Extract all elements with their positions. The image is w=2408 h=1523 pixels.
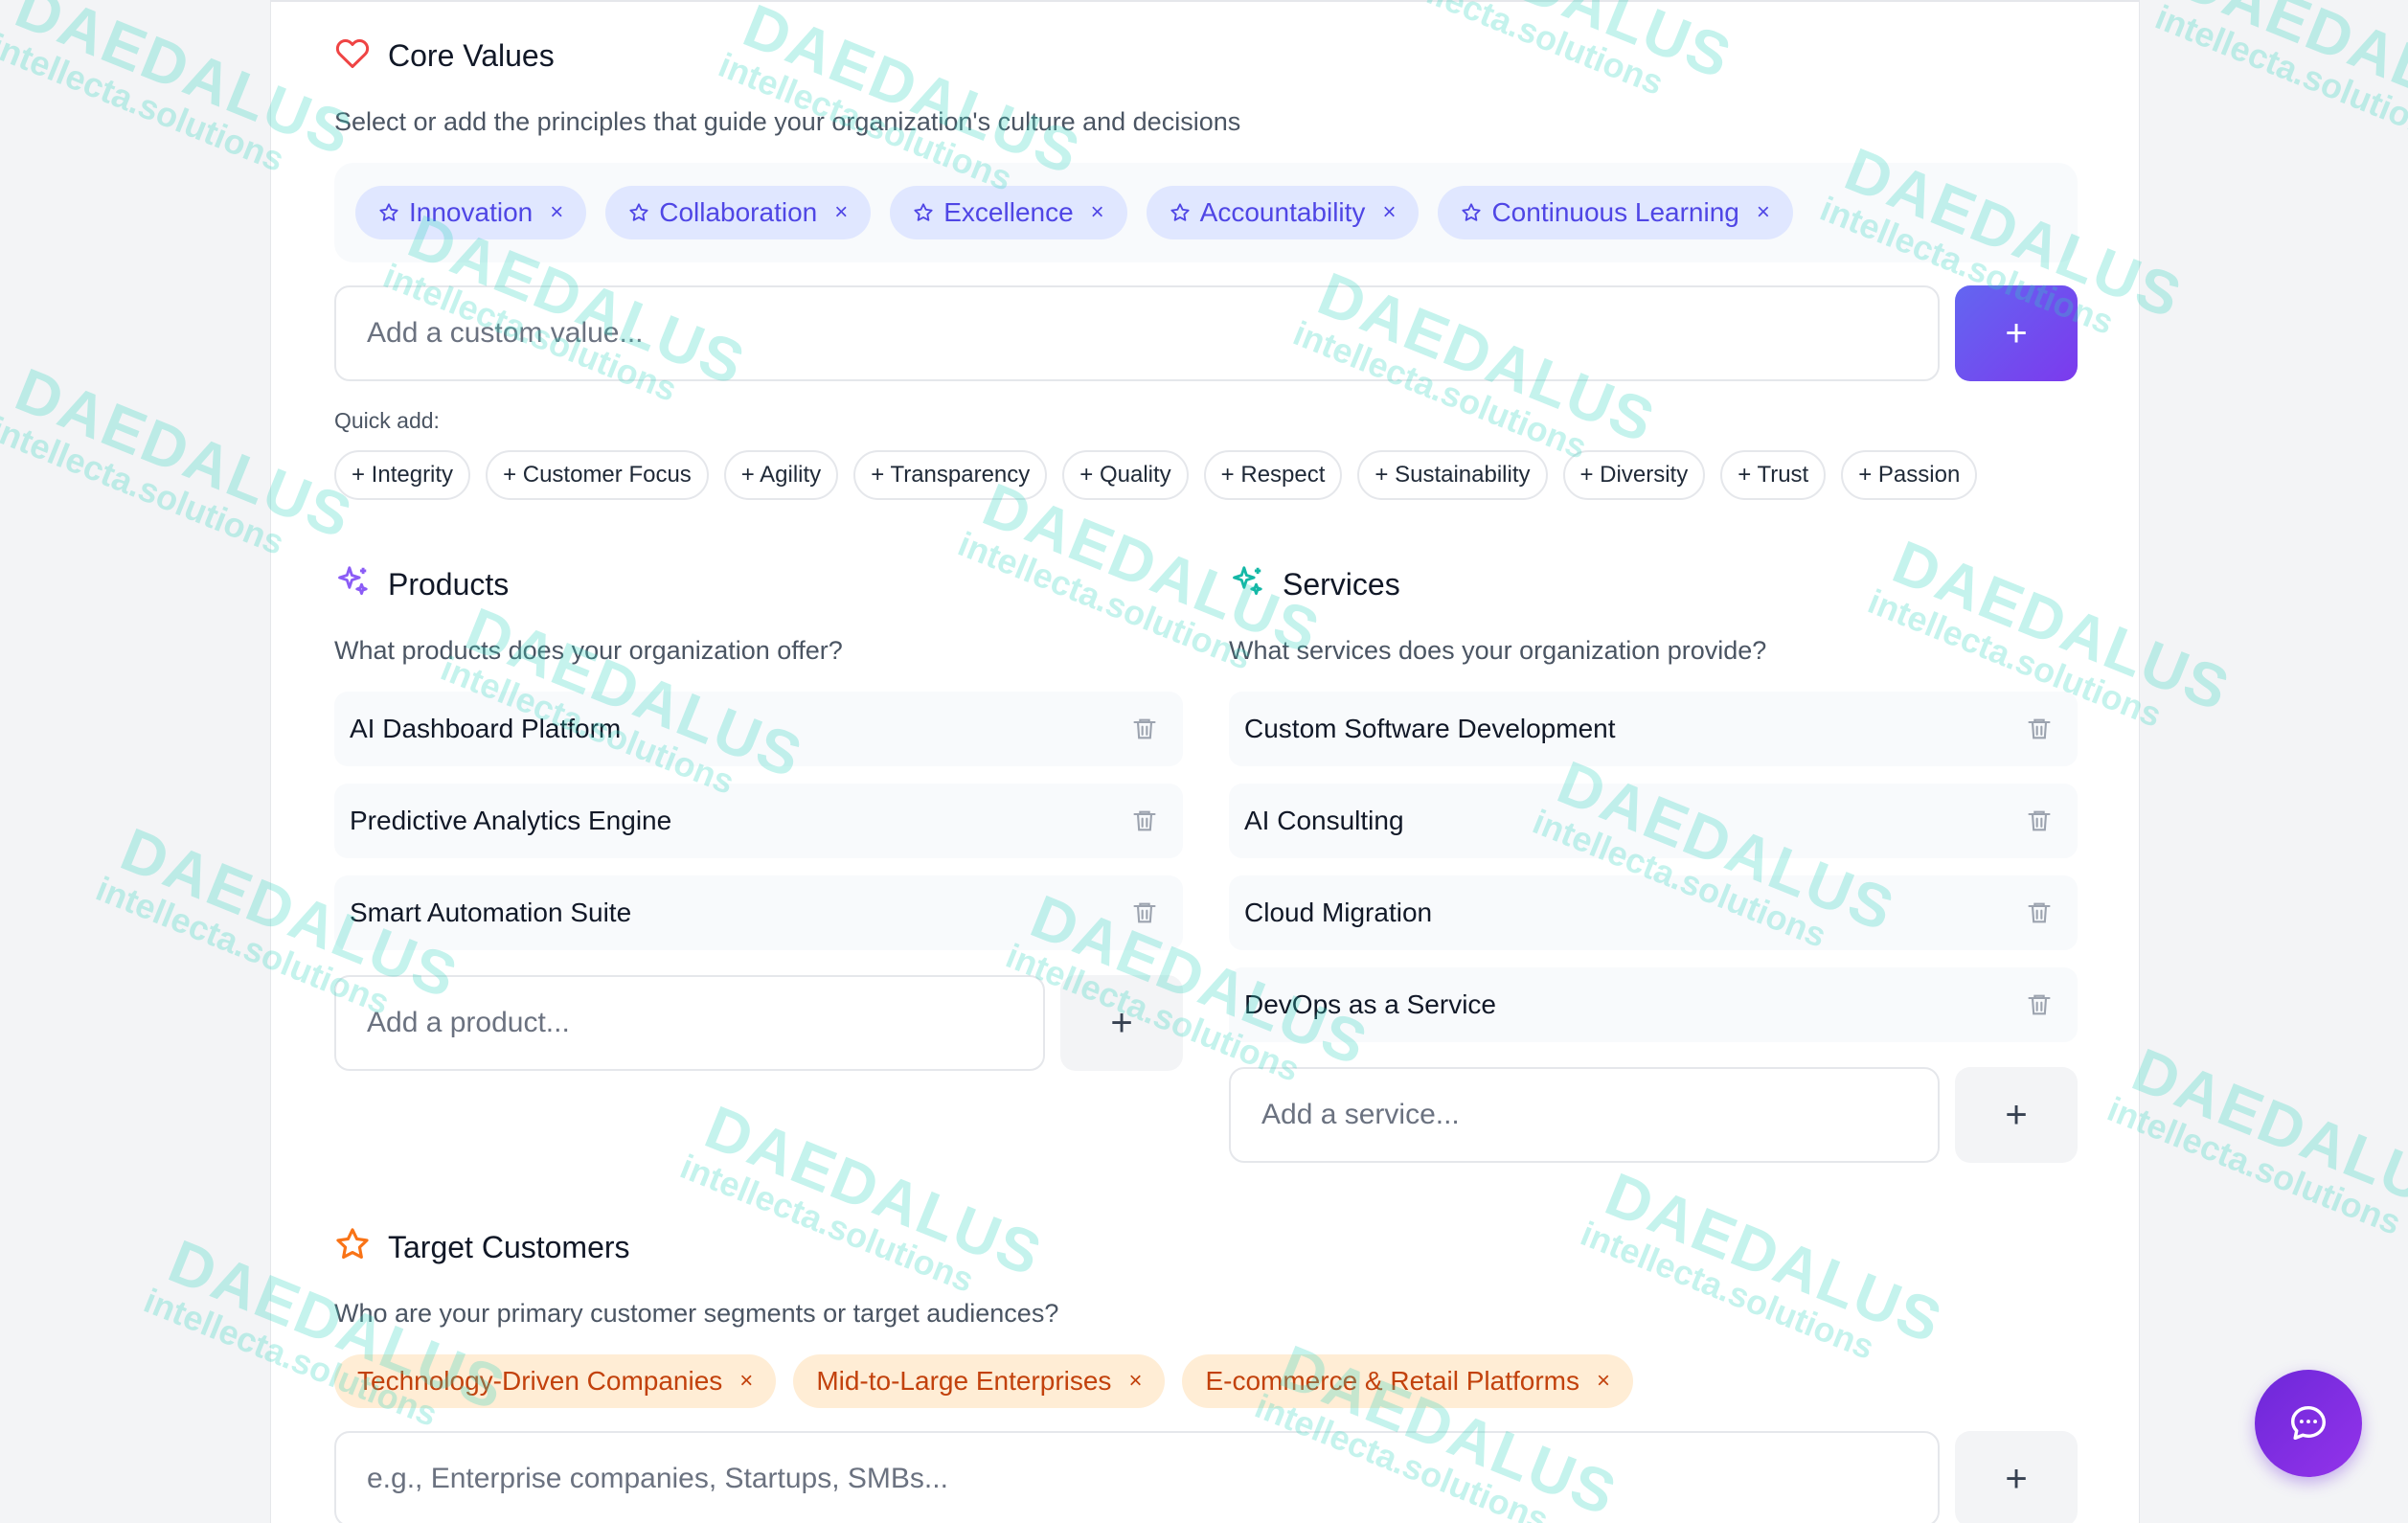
customer-tag-label: Mid-to-Large Enterprises	[816, 1366, 1112, 1396]
service-item: Custom Software Development	[1229, 692, 2078, 766]
remove-tag-icon[interactable]: ×	[834, 199, 848, 226]
watermark: DAEDALUSintellecta.solutions	[2101, 1034, 2408, 1243]
value-tag-label: Innovation	[409, 197, 534, 227]
remove-tag-icon[interactable]: ×	[1091, 199, 1104, 226]
quick-add-chip[interactable]: + Customer Focus	[486, 450, 709, 500]
chat-bubble-icon	[2290, 1405, 2327, 1441]
star-icon	[334, 1226, 371, 1262]
add-service-button[interactable]: +	[1955, 1067, 2078, 1163]
remove-tag-icon[interactable]: ×	[550, 199, 563, 226]
value-tag: Innovation ×	[355, 186, 587, 239]
trash-icon[interactable]	[2026, 898, 2053, 927]
value-tag-label: Continuous Learning	[1491, 197, 1739, 227]
heart-icon	[334, 36, 371, 71]
sparkles-icon	[334, 563, 371, 600]
value-tag: Accountability ×	[1146, 186, 1420, 239]
services-title: Services	[1283, 567, 1400, 602]
quick-add-chip[interactable]: + Agility	[723, 450, 839, 500]
value-tag: Collaboration ×	[605, 186, 872, 239]
remove-tag-icon[interactable]: ×	[1757, 199, 1770, 226]
quick-add-chip[interactable]: + Trust	[1720, 450, 1827, 500]
quick-add-chip[interactable]: + Respect	[1203, 450, 1343, 500]
quick-add-chip[interactable]: + Integrity	[334, 450, 471, 500]
trash-icon[interactable]	[1131, 715, 1158, 743]
trash-icon[interactable]	[2026, 807, 2053, 835]
quick-add-chip[interactable]: + Passion	[1841, 450, 1978, 500]
service-name: Cloud Migration	[1244, 898, 1433, 927]
service-name: DevOps as a Service	[1244, 989, 1496, 1019]
value-tag-label: Accountability	[1199, 197, 1366, 227]
quick-add-label: Quick add:	[334, 408, 440, 433]
service-item: Cloud Migration	[1229, 875, 2078, 950]
services-description: What services does your organization pro…	[1229, 636, 1767, 665]
customer-tags: Technology-Driven Companies × Mid-to-Lar…	[334, 1354, 1634, 1408]
trash-icon[interactable]	[2026, 990, 2053, 1019]
product-name: Smart Automation Suite	[350, 898, 632, 927]
customer-tag: Technology-Driven Companies ×	[334, 1354, 777, 1408]
core-values-title: Core Values	[388, 38, 555, 73]
products-title: Products	[388, 567, 510, 602]
quick-add-chips: + Integrity + Customer Focus + Agility +…	[334, 450, 1978, 500]
product-name: AI Dashboard Platform	[350, 714, 622, 743]
value-tag-label: Collaboration	[659, 197, 818, 227]
sparkles-icon	[1229, 563, 1265, 600]
star-icon	[914, 203, 933, 221]
star-icon	[379, 203, 398, 221]
product-item: Smart Automation Suite	[334, 875, 1183, 950]
watermark: DAEDALUSintellecta.solutions	[2149, 0, 2408, 151]
value-tag: Continuous Learning ×	[1438, 186, 1793, 239]
remove-tag-icon[interactable]: ×	[739, 1368, 753, 1395]
add-value-button[interactable]: +	[1955, 285, 2078, 381]
service-item: DevOps as a Service	[1229, 967, 2078, 1042]
value-tag-label: Excellence	[943, 197, 1074, 227]
star-icon	[1170, 203, 1190, 221]
chat-button[interactable]	[2255, 1370, 2362, 1477]
core-values-tags: Innovation × Collaboration × Excellence …	[355, 186, 1793, 239]
service-name: AI Consulting	[1244, 806, 1404, 835]
add-customer-input[interactable]	[334, 1431, 1940, 1523]
target-customers-description: Who are your primary customer segments o…	[334, 1299, 1059, 1328]
quick-add-chip[interactable]: + Quality	[1062, 450, 1189, 500]
add-service-input[interactable]	[1229, 1067, 1940, 1163]
remove-tag-icon[interactable]: ×	[1597, 1368, 1610, 1395]
trash-icon[interactable]	[1131, 807, 1158, 835]
service-item: AI Consulting	[1229, 784, 2078, 858]
quick-add-chip[interactable]: + Sustainability	[1357, 450, 1548, 500]
quick-add-chip[interactable]: + Diversity	[1562, 450, 1706, 500]
remove-tag-icon[interactable]: ×	[1382, 199, 1396, 226]
target-customers-title: Target Customers	[388, 1230, 630, 1264]
star-icon	[629, 203, 648, 221]
quick-add-chip[interactable]: + Transparency	[853, 450, 1048, 500]
value-tag: Excellence ×	[890, 186, 1127, 239]
trash-icon[interactable]	[1131, 898, 1158, 927]
trash-icon[interactable]	[2026, 715, 2053, 743]
custom-value-input[interactable]	[334, 285, 1940, 381]
add-product-input[interactable]	[334, 975, 1045, 1071]
customer-tag-label: Technology-Driven Companies	[357, 1366, 723, 1396]
star-icon	[1462, 203, 1482, 221]
customer-tag-label: E-commerce & Retail Platforms	[1205, 1366, 1579, 1396]
products-description: What products does your organization off…	[334, 636, 843, 665]
product-name: Predictive Analytics Engine	[350, 806, 672, 835]
product-item: Predictive Analytics Engine	[334, 784, 1183, 858]
company-profile-card: Core Values Select or add the principles…	[270, 0, 2140, 1523]
add-customer-button[interactable]: +	[1955, 1431, 2078, 1523]
add-product-button[interactable]: +	[1060, 975, 1183, 1071]
core-values-description: Select or add the principles that guide …	[334, 107, 1241, 136]
customer-tag: Mid-to-Large Enterprises ×	[793, 1354, 1166, 1408]
customer-tag: E-commerce & Retail Platforms ×	[1182, 1354, 1634, 1408]
service-name: Custom Software Development	[1244, 714, 1616, 743]
product-item: AI Dashboard Platform	[334, 692, 1183, 766]
remove-tag-icon[interactable]: ×	[1128, 1368, 1142, 1395]
